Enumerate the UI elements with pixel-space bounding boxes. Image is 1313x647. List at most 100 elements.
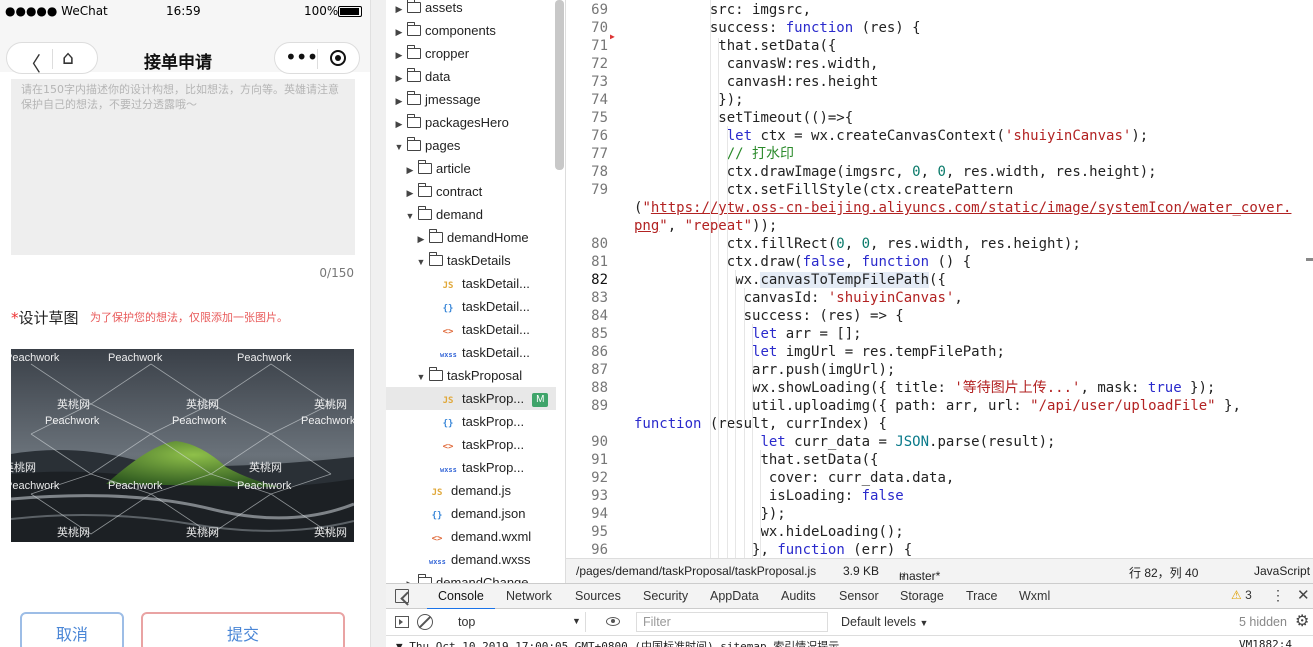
tree-folder[interactable]: ▶ packagesHero bbox=[386, 111, 556, 134]
tree-file[interactable]: {} taskDetail... bbox=[386, 295, 556, 318]
tab-storage[interactable]: Storage bbox=[900, 589, 944, 603]
tree-file[interactable]: <> taskDetail... bbox=[386, 318, 556, 341]
sketch-image-preview[interactable]: Peachwork Peachwork Peachwork 英桃网 英桃网 英桃… bbox=[11, 349, 354, 542]
chevron-down-icon[interactable]: ▼ bbox=[416, 251, 426, 274]
code-line[interactable]: canvasW:res.width, bbox=[727, 55, 879, 73]
code-line[interactable]: wx.canvasToTempFilePath({ bbox=[735, 271, 946, 289]
tab-trace[interactable]: Trace bbox=[966, 589, 998, 603]
tree-folder[interactable]: ▶ demandChange bbox=[386, 571, 556, 583]
file-tree-scrollbar[interactable] bbox=[555, 0, 564, 170]
code-editor[interactable]: ▶ 69 src: imgsrc, 70 success: function (res… bbox=[566, 0, 1313, 558]
code-line[interactable]: that.setData({ bbox=[718, 37, 836, 55]
submit-button[interactable]: 提交 bbox=[141, 612, 345, 647]
log-levels-dropdown[interactable]: Default levels ▼ bbox=[841, 615, 928, 629]
code-line[interactable]: // 打水印 bbox=[727, 145, 794, 163]
tab-audits[interactable]: Audits bbox=[781, 589, 816, 603]
tab-sources[interactable]: Sources bbox=[575, 589, 621, 603]
code-line[interactable]: cover: curr_data.data, bbox=[769, 469, 954, 487]
code-line[interactable]: let arr = []; bbox=[752, 325, 862, 343]
tree-file[interactable]: wxss demand.wxss bbox=[386, 548, 556, 571]
tree-folder[interactable]: ▶ demandHome bbox=[386, 226, 556, 249]
tab-sensor[interactable]: Sensor bbox=[839, 589, 879, 603]
chevron-right-icon[interactable]: ▶ bbox=[394, 44, 404, 67]
tree-file[interactable]: {} taskProp... bbox=[386, 410, 556, 433]
tab-wxml[interactable]: Wxml bbox=[1019, 589, 1050, 603]
code-line[interactable]: success: (res) => { bbox=[744, 307, 904, 325]
tab-appdata[interactable]: AppData bbox=[710, 589, 759, 603]
more-options-icon[interactable]: ⋮ bbox=[1271, 587, 1285, 604]
live-expression-eye-icon[interactable] bbox=[606, 617, 620, 626]
tree-folder[interactable]: ▶ contract bbox=[386, 180, 556, 203]
tree-folder[interactable]: ▶ data bbox=[386, 65, 556, 88]
code-line[interactable]: ctx.drawImage(imgsrc, 0, 0, res.width, r… bbox=[727, 163, 1157, 181]
tab-network[interactable]: Network bbox=[506, 589, 552, 603]
code-line[interactable]: ("https://ytw.oss-cn-beijing.aliyuncs.co… bbox=[634, 199, 1291, 217]
fold-marker-icon[interactable]: ▶ bbox=[610, 32, 615, 41]
chevron-down-icon[interactable]: ▼ bbox=[416, 366, 426, 389]
code-line[interactable]: ctx.draw(false, function () { bbox=[727, 253, 971, 271]
tab-console[interactable]: Console bbox=[438, 589, 484, 603]
cursor-position[interactable]: 行 82，列 40 bbox=[1129, 564, 1198, 581]
tree-file[interactable]: {} demand.json bbox=[386, 502, 556, 525]
code-line[interactable]: function (result, currIndex) { bbox=[634, 415, 887, 433]
chevron-right-icon[interactable]: ▶ bbox=[394, 90, 404, 113]
code-line[interactable]: let curr_data = JSON.parse(result); bbox=[760, 433, 1055, 451]
tree-folder[interactable]: ▶ assets bbox=[386, 0, 556, 19]
chevron-right-icon[interactable]: ▶ bbox=[405, 159, 415, 182]
tree-folder[interactable]: ▶ components bbox=[386, 19, 556, 42]
console-message-source[interactable]: VM1882:4 bbox=[1239, 638, 1292, 647]
code-line[interactable]: ctx.fillRect(0, 0, res.width, res.height… bbox=[727, 235, 1081, 253]
tree-file[interactable]: <> taskProp... bbox=[386, 433, 556, 456]
chevron-right-icon[interactable]: ▶ bbox=[405, 182, 415, 205]
code-line[interactable]: }, function (err) { bbox=[752, 541, 912, 558]
code-line[interactable]: setTimeout(()=>{ bbox=[718, 109, 853, 127]
code-line[interactable]: success: function (res) { bbox=[710, 19, 921, 37]
tree-file[interactable]: JS demand.js bbox=[386, 479, 556, 502]
code-line[interactable]: png", "repeat")); bbox=[634, 217, 777, 235]
gear-icon[interactable]: ⚙ bbox=[1295, 611, 1309, 631]
chevron-right-icon[interactable]: ▶ bbox=[394, 113, 404, 136]
code-line[interactable]: let imgUrl = res.tempFilePath; bbox=[752, 343, 1005, 361]
tree-folder[interactable]: ▼ taskDetails bbox=[386, 249, 556, 272]
cancel-button[interactable]: 取消 bbox=[20, 612, 124, 647]
code-line[interactable]: wx.showLoading({ title: '等待图片上传...', mas… bbox=[752, 379, 1215, 397]
code-line[interactable]: canvasH:res.height bbox=[727, 73, 879, 91]
tree-folder[interactable]: ▼ pages bbox=[386, 134, 556, 157]
tree-file[interactable]: JS taskProp... M bbox=[386, 387, 556, 410]
chevron-right-icon[interactable]: ▶ bbox=[394, 21, 404, 44]
home-icon[interactable]: ⌂ bbox=[62, 47, 74, 69]
close-icon[interactable]: ✕ bbox=[1297, 586, 1310, 604]
back-icon[interactable]: 〈 bbox=[21, 48, 41, 77]
language-mode[interactable]: JavaScript bbox=[1254, 564, 1310, 578]
console-filter-input[interactable]: Filter bbox=[636, 612, 828, 632]
context-selector[interactable]: top ▼ bbox=[442, 612, 586, 632]
code-line[interactable]: arr.push(imgUrl); bbox=[752, 361, 895, 379]
chevron-right-icon[interactable]: ▶ bbox=[394, 0, 404, 21]
chevron-right-icon[interactable]: ▶ bbox=[416, 228, 426, 251]
description-textarea[interactable]: 请在150字内描述你的设计构想，比如想法，方向等。英雄请注意保护自己的想法，不要… bbox=[11, 79, 355, 255]
tree-file[interactable]: JS taskDetail... bbox=[386, 272, 556, 295]
code-line[interactable]: util.uploadimg({ path: arr, url: "/api/u… bbox=[752, 397, 1241, 415]
code-line[interactable]: ctx.setFillStyle(ctx.createPattern bbox=[727, 181, 1014, 199]
tree-folder[interactable]: ▶ article bbox=[386, 157, 556, 180]
tree-folder[interactable]: ▶ jmessage bbox=[386, 88, 556, 111]
code-line[interactable]: wx.hideLoading(); bbox=[760, 523, 903, 541]
tree-file[interactable]: wxss taskDetail... bbox=[386, 341, 556, 364]
tree-folder[interactable]: ▼ demand bbox=[386, 203, 556, 226]
code-line[interactable]: let ctx = wx.createCanvasContext('shuiyi… bbox=[727, 127, 1148, 145]
chevron-down-icon[interactable]: ▼ bbox=[405, 205, 415, 228]
code-line[interactable]: src: imgsrc, bbox=[710, 1, 811, 19]
tree-folder[interactable]: ▶ cropper bbox=[386, 42, 556, 65]
clear-console-icon[interactable] bbox=[417, 614, 433, 630]
tree-file[interactable]: <> demand.wxml bbox=[386, 525, 556, 548]
chevron-down-icon[interactable]: ▼ bbox=[394, 136, 404, 159]
more-icon[interactable]: ••• bbox=[285, 45, 318, 69]
code-line[interactable]: }); bbox=[718, 91, 743, 109]
code-line[interactable]: that.setData({ bbox=[760, 451, 878, 469]
tree-folder[interactable]: ▼ taskProposal bbox=[386, 364, 556, 387]
chevron-right-icon[interactable]: ▶ bbox=[394, 67, 404, 90]
warnings-counter[interactable]: ⚠ 3 bbox=[1231, 588, 1252, 602]
simulator-scrollbar[interactable] bbox=[370, 0, 386, 647]
code-line[interactable]: isLoading: false bbox=[769, 487, 904, 505]
console-sidebar-icon[interactable] bbox=[395, 616, 409, 628]
